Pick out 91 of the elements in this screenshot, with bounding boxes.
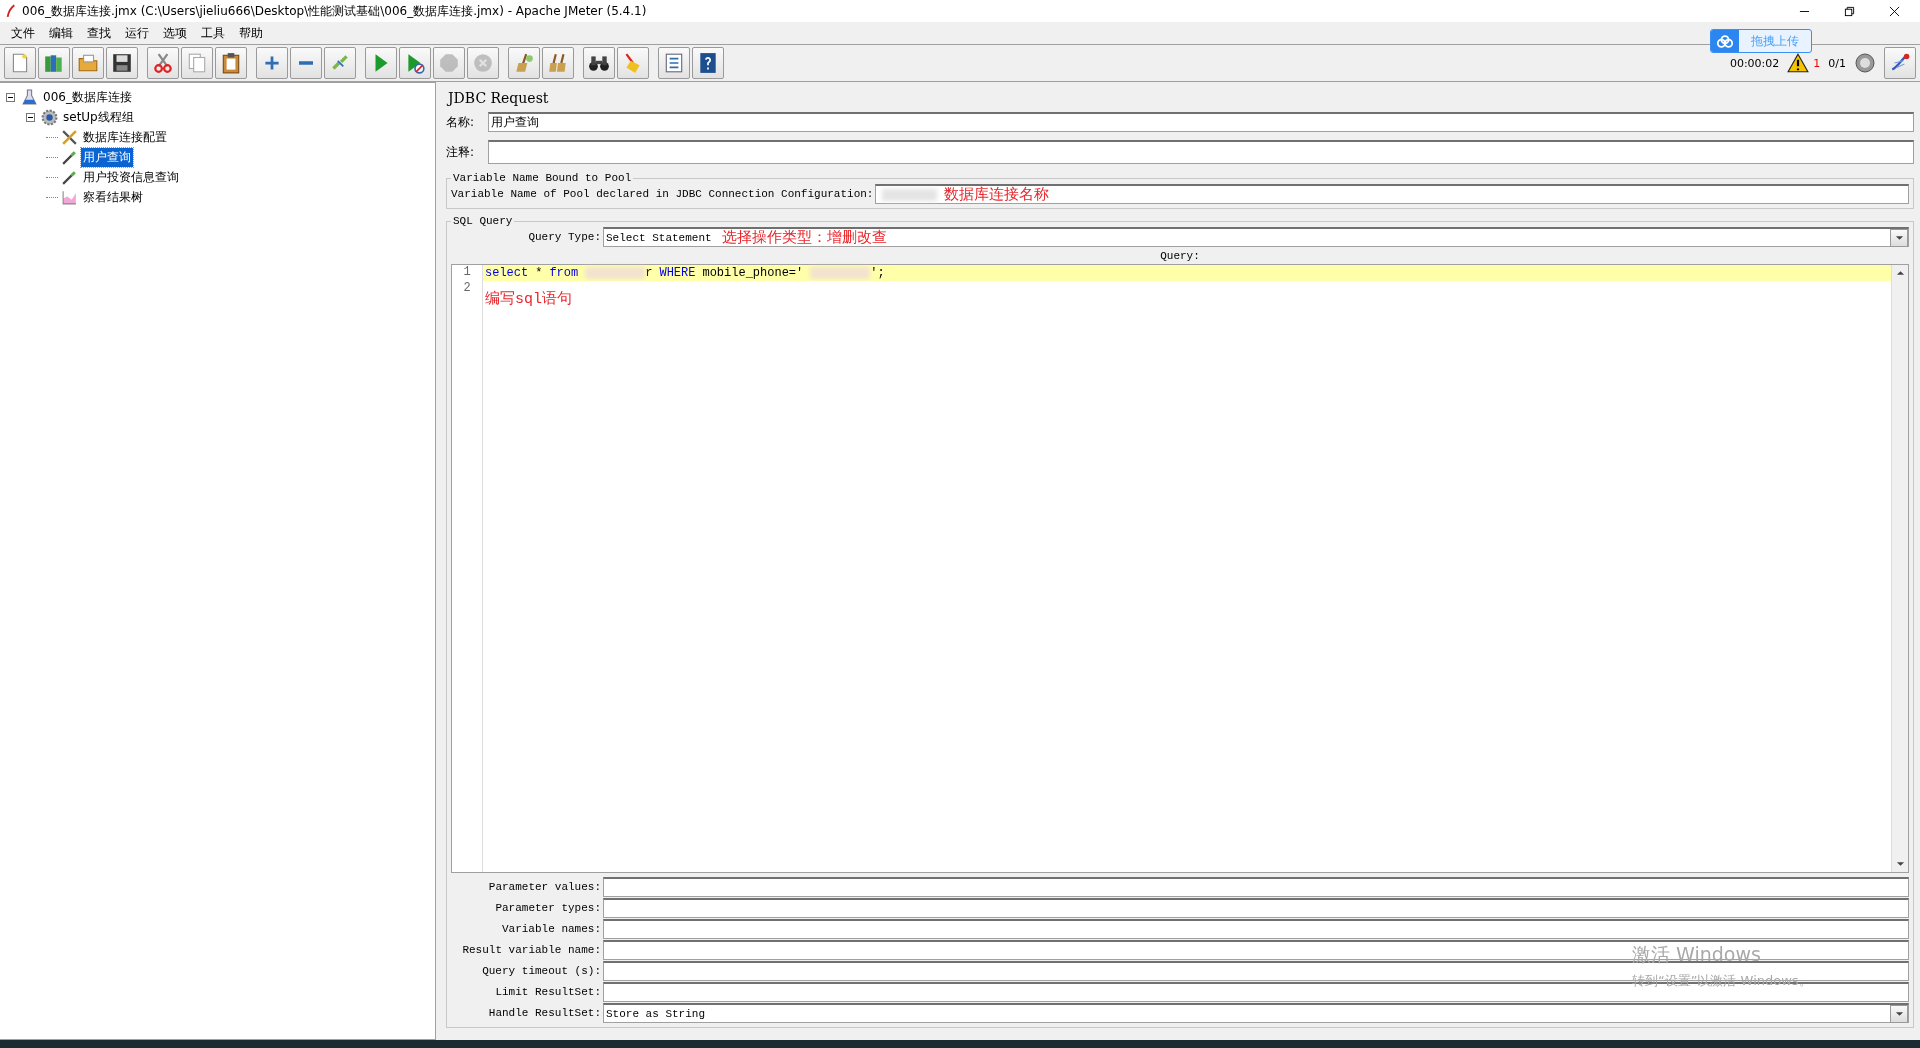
chart-icon [61, 188, 78, 206]
tree-item[interactable]: 用户投资信息查询 [81, 167, 181, 187]
menu-item[interactable]: 查找 [80, 24, 118, 42]
parameter-field[interactable] [603, 919, 1909, 939]
gear-icon [41, 108, 58, 126]
code-keyword: WHERE [659, 266, 696, 280]
annotation: 选择操作类型：增删改查 [721, 228, 887, 247]
feather-icon [6, 4, 16, 18]
menu-item[interactable]: 工具 [194, 24, 232, 42]
pool-name-field[interactable]: 数据库连接名称 [875, 184, 1909, 204]
field-label: Handle ResultSet: [487, 1007, 601, 1019]
menu-item[interactable]: 选项 [156, 24, 194, 42]
pipette-icon [61, 148, 78, 166]
restore-icon[interactable] [1844, 5, 1855, 17]
cloud-icon [1716, 34, 1734, 48]
logger-button[interactable] [1884, 47, 1916, 79]
group-title: SQL Query [452, 215, 514, 227]
clipboard-icon [220, 52, 242, 74]
name-field[interactable]: 用户查询 [488, 112, 1914, 132]
copy-icon [186, 52, 208, 74]
folder-icon [77, 52, 99, 74]
field-label: Parameter values: [487, 881, 601, 893]
parameter-field[interactable] [603, 877, 1909, 897]
tree-item[interactable]: setUp线程组 [61, 107, 136, 127]
tree-item[interactable]: 006_数据库连接 [41, 87, 134, 107]
flask-icon [21, 88, 38, 106]
broom-icon [513, 52, 535, 74]
caret-icon [1894, 234, 1904, 241]
close-icon[interactable] [1889, 5, 1900, 17]
code-keyword: from [549, 266, 579, 280]
field-label: 注释: [446, 143, 476, 161]
line-number: 1 [463, 265, 471, 279]
save-icon [111, 52, 133, 74]
cross-circle-icon [472, 52, 494, 74]
redacted-text [810, 267, 871, 279]
code-text: r [645, 266, 653, 280]
stop-icon [438, 52, 460, 74]
menu-item[interactable]: 文件 [4, 24, 42, 42]
line-number: 2 [463, 281, 471, 295]
toolbar-button[interactable] [692, 47, 724, 79]
window-title: 006_数据库连接.jmx (C:\Users\jieliu666\Desktop\性能测试基础\006_数据库连接.jmx) - Apache JMeter (5.4.1) [22, 2, 647, 20]
comment-field[interactable] [488, 140, 1914, 164]
code-text: * [535, 266, 543, 280]
scroll-up-icon[interactable] [1895, 270, 1905, 276]
field-label: Variable Name of Pool declared in JDBC Connection Configuration: [451, 188, 874, 200]
code-keyword: select [485, 266, 529, 280]
scrollbar[interactable] [1891, 265, 1908, 872]
handle-resultset-dropdown[interactable]: Store as String [603, 1003, 1909, 1023]
elapsed-time: 00:00:02 [1729, 56, 1780, 70]
query-type-dropdown[interactable]: Select Statement 选择操作类型：增删改查 [603, 227, 1909, 247]
toolbar-button[interactable] [583, 47, 615, 79]
list-icon [663, 52, 685, 74]
redacted-text [585, 267, 646, 279]
menu-item[interactable]: 帮助 [232, 24, 270, 42]
field-label: 名称: [446, 113, 476, 131]
annotation: 数据库连接名称 [944, 185, 1050, 204]
tree-item[interactable]: 数据库连接配置 [81, 127, 169, 147]
collapse-toggle[interactable] [6, 92, 15, 102]
brooms-icon [547, 52, 569, 74]
warning-icon[interactable] [1787, 53, 1810, 73]
field-label: Variable names: [500, 923, 601, 935]
tree-item[interactable]: 察看结果树 [81, 187, 145, 207]
menu-item[interactable]: 编辑 [42, 24, 80, 42]
panel-title: JDBC Request [448, 90, 550, 106]
caret-icon [1894, 1010, 1904, 1017]
thread-count: 0/1 [1828, 56, 1846, 70]
tools-icon [61, 128, 78, 146]
minus-icon [299, 61, 313, 65]
parameter-field[interactable] [603, 898, 1909, 918]
toolbar-button[interactable] [215, 47, 247, 79]
field-label: Parameter types: [494, 902, 601, 914]
pipette-icon [61, 168, 78, 186]
field-label: Limit ResultSet: [494, 986, 601, 998]
menu-item[interactable]: 运行 [118, 24, 156, 42]
field-label: Query Type: [527, 231, 601, 243]
field-label: Query timeout (s): [481, 965, 601, 977]
code-text: mobile_phone=' [702, 266, 804, 280]
toolbar-button[interactable] [106, 47, 138, 79]
sql-editor[interactable]: 1 2 select * from r WHERE mobile_phone=' '; 编写sql语句 [451, 264, 1909, 873]
scroll-down-icon[interactable] [1895, 861, 1905, 867]
field-label: Result variable name: [461, 944, 601, 956]
annotation: 编写sql语句 [485, 289, 572, 308]
editor-label: Query: [1160, 250, 1200, 262]
books-icon [43, 52, 65, 74]
collapse-toggle[interactable] [26, 112, 35, 122]
code-text: '; [870, 266, 885, 280]
error-count: 1 [1813, 56, 1821, 70]
group-title: Variable Name Bound to Pool [452, 172, 633, 184]
scissors-icon [152, 52, 174, 74]
help-icon [697, 52, 719, 74]
tree-item[interactable]: 用户查询 [81, 147, 133, 167]
